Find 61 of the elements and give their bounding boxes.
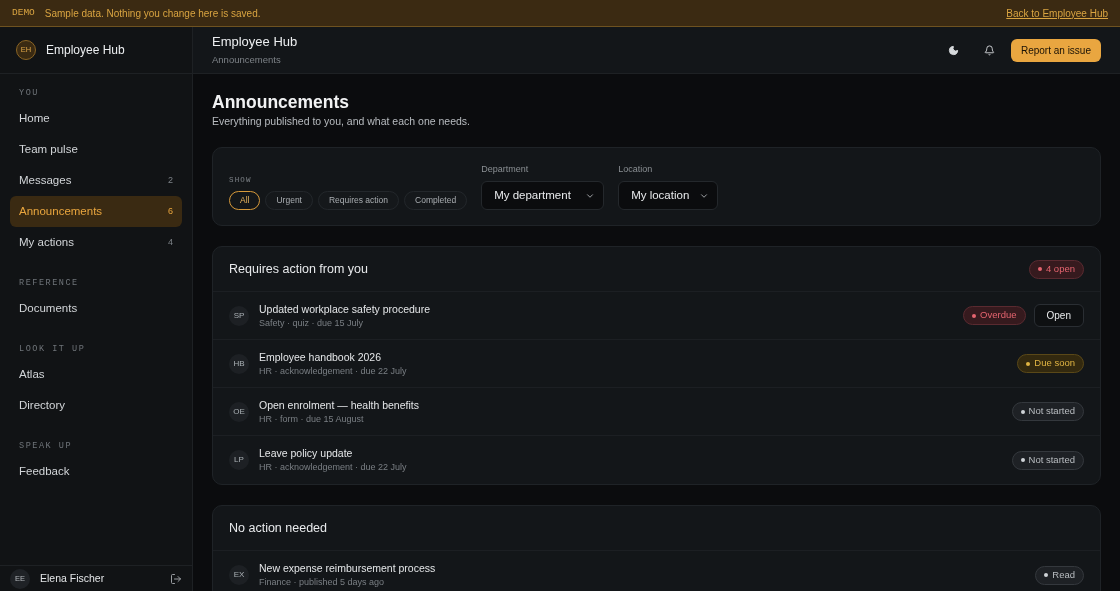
dropdown-select[interactable]: My location (618, 181, 719, 210)
filter-chip[interactable]: Completed (404, 191, 468, 210)
announcement-title: Open enrolment — health benefits (259, 397, 420, 412)
demo-tag: DEMO (12, 5, 35, 21)
nav-item[interactable]: Directory (10, 390, 182, 421)
status-label: Not started (1028, 452, 1075, 467)
section-label: SPEAK UP (18, 440, 74, 453)
announcement-title: Employee handbook 2026 (259, 349, 382, 364)
user-name: Elena Fischer (40, 570, 106, 586)
section-label: REFERENCE (18, 277, 80, 290)
announcement-title: New expense reimbursement process (259, 561, 437, 575)
header-title: Employee Hub (212, 34, 298, 50)
avatar-initials: SP (229, 305, 249, 326)
section-title: Requires action from you (229, 260, 368, 278)
notification-icon[interactable] (983, 44, 995, 56)
avatar-initials: EX (229, 565, 249, 585)
section-label: YOU (18, 87, 40, 100)
select-label: Department (481, 162, 530, 176)
nav-item[interactable]: Team pulse (10, 134, 182, 165)
announcement-title: Updated workplace safety procedure (259, 301, 431, 316)
announcement-meta: HR · form · due 15 August (259, 412, 365, 426)
nav-item[interactable]: Messages 2 (10, 165, 182, 196)
logout-icon[interactable] (170, 572, 182, 585)
avatar-initials: HB (229, 353, 249, 374)
avatar-initials: LP (229, 450, 249, 470)
open-button[interactable]: Open (1033, 304, 1084, 327)
status-label: Due soon (1034, 356, 1075, 371)
status-label: Read (1052, 567, 1075, 582)
nav-item[interactable]: Documents (10, 293, 182, 324)
status-label: Not started (1028, 404, 1075, 419)
brand-name: Employee Hub (46, 42, 125, 59)
announcement-title: Leave policy update (259, 446, 354, 460)
section-label: LOOK IT UP (18, 343, 87, 356)
item-count: 2 (168, 173, 173, 187)
status-label: 4 open (1045, 261, 1075, 276)
page-subtitle: Everything published to you, and what each one needs. (212, 114, 471, 128)
breadcrumb: Announcements (212, 54, 282, 66)
report-issue-button[interactable]: Report an issue (1010, 38, 1101, 62)
filter-chip[interactable]: Requires action (317, 191, 400, 210)
announcement-meta: Finance · published 5 days ago (259, 576, 386, 589)
announcement-meta: Safety · quiz · due 15 July (259, 316, 365, 330)
avatar-initials: OE (229, 401, 249, 422)
banner-message: Sample data. Nothing you change here is saved. (44, 6, 261, 21)
theme-toggle-icon[interactable] (947, 44, 959, 56)
dropdown-select[interactable]: My department (481, 181, 605, 210)
nav-item[interactable]: Atlas (10, 359, 182, 390)
filter-chip[interactable]: All (229, 191, 261, 210)
item-count: 4 (168, 235, 173, 249)
announcement-meta: HR · acknowledgement · due 22 July (259, 364, 408, 378)
status-label: Overdue (980, 308, 1017, 323)
announcement-meta: HR · acknowledgement · due 22 July (259, 461, 408, 474)
back-link[interactable]: Back to Employee Hub (1006, 5, 1108, 21)
item-count: 6 (168, 204, 173, 218)
nav-item[interactable]: Home (10, 103, 182, 134)
nav-item[interactable]: Feedback (10, 456, 182, 487)
nav-item[interactable]: Announcements 6 (10, 196, 182, 227)
filter-chip[interactable]: Urgent (265, 191, 313, 210)
nav-item[interactable]: My actions 4 (10, 227, 182, 258)
section-title: No action needed (229, 519, 327, 537)
page-title: Announcements (212, 91, 351, 114)
select-label: Location (618, 162, 654, 176)
